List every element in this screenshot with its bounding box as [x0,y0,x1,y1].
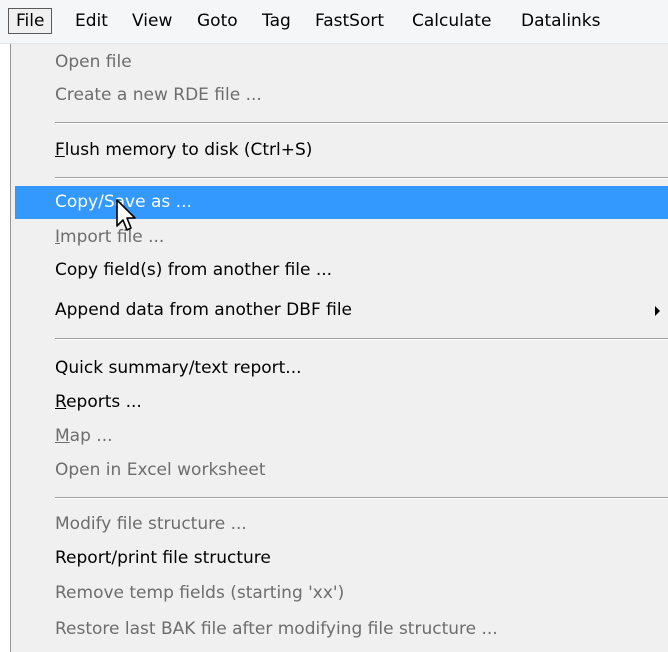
chevron-right-icon [655,306,660,316]
menu-item-label: Import file ... [55,227,165,247]
menu-item-label: Open file [55,52,132,72]
menu-item-flush-memory[interactable]: Flush memory to disk (Ctrl+S) [15,134,668,167]
menu-item-open-file[interactable]: Open file [15,46,668,79]
menu-calculate[interactable]: Calculate [405,8,498,34]
menu-separator [55,497,668,499]
menu-item-remove-temp-fields[interactable]: Remove temp fields (starting 'xx') [15,577,668,610]
menu-separator [55,338,668,340]
menu-item-restore-bak[interactable]: Restore last BAK file after modifying fi… [15,613,668,646]
menu-goto[interactable]: Goto [190,8,245,34]
menu-tag[interactable]: Tag [255,8,298,34]
file-menu-dropdown: Open file Create a new RDE file ... Flus… [10,44,668,652]
menu-item-label: Modify file structure ... [55,514,247,534]
menu-separator [55,122,668,124]
menu-item-label: Open in Excel worksheet [55,460,266,480]
menu-item-label: Append data from another DBF file [55,300,353,320]
menu-item-import-file[interactable]: Import file ... [15,221,668,254]
menu-edit[interactable]: Edit [68,8,115,34]
menu-fastsort[interactable]: FastSort [308,8,391,34]
menu-item-label: Quick summary/text report... [55,358,302,378]
menu-item-label: Copy field(s) from another file ... [55,260,333,280]
menu-item-create-rde[interactable]: Create a new RDE file ... [15,79,668,112]
menu-datalinks[interactable]: Datalinks [514,8,608,34]
menu-item-map[interactable]: Map ... [15,420,668,453]
arrow-cursor-icon [116,199,136,231]
menu-item-label: Report/print file structure [55,548,271,568]
menu-item-label: Remove temp fields (starting 'xx') [55,583,345,603]
menu-file[interactable]: File [8,8,53,34]
menu-item-reports[interactable]: Reports ... [15,386,668,419]
menu-item-label: Map ... [55,426,113,446]
menu-item-label: Create a new RDE file ... [55,85,262,105]
menu-item-report-structure[interactable]: Report/print file structure [15,542,668,575]
menu-item-label: Flush memory to disk (Ctrl+S) [55,140,313,160]
menu-item-modify-structure[interactable]: Modify file structure ... [15,508,668,541]
menu-separator [55,177,668,179]
menu-bar: File Edit View Goto Tag FastSort Calcula… [0,0,668,44]
menu-item-copy-fields[interactable]: Copy field(s) from another file ... [15,254,668,287]
menu-item-append-data[interactable]: Append data from another DBF file [15,294,668,327]
menu-item-open-excel[interactable]: Open in Excel worksheet [15,454,668,487]
menu-view[interactable]: View [125,8,179,34]
menu-item-copy-save-as[interactable]: Copy/Save as ... [15,186,668,219]
menu-item-label: Restore last BAK file after modifying fi… [55,619,498,639]
menu-item-label: Reports ... [55,392,142,412]
menu-item-quick-summary[interactable]: Quick summary/text report... [15,352,668,385]
